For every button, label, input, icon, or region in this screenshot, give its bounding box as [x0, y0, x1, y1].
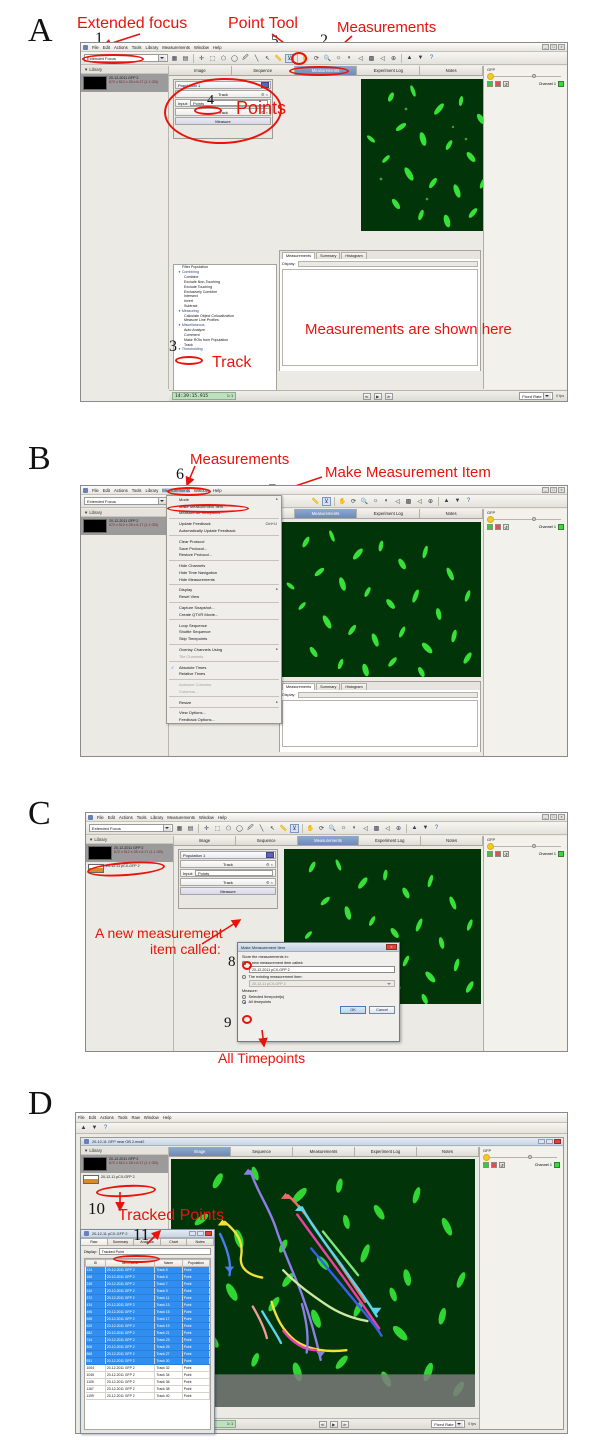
chevron-down-icon: [457, 1423, 462, 1425]
focus-mode-value: Extended Focus: [92, 825, 121, 831]
focus-mode-value: Extended Focus: [87, 55, 116, 61]
chevron-down-icon: [165, 827, 169, 829]
chevron-down-icon: [160, 57, 164, 59]
annotation-arrows-d: [115, 1192, 162, 1245]
rate-label: Fixed Rate: [434, 1421, 454, 1427]
chevron-down-icon: [545, 395, 550, 397]
rate-label: Fixed Rate: [522, 393, 542, 399]
chevron-down-icon: [160, 500, 164, 502]
focus-mode-value: Extended Focus: [87, 498, 116, 504]
